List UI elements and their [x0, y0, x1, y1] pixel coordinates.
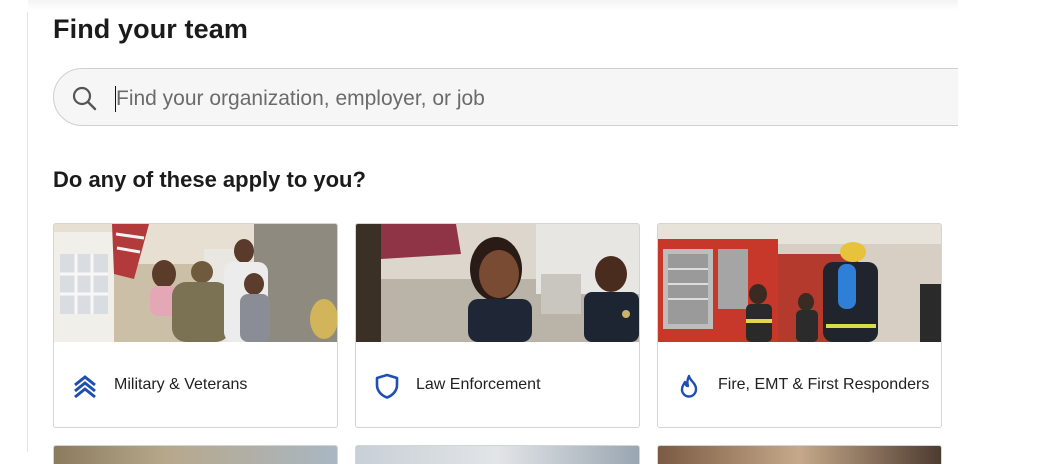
- card-label: Military & Veterans: [114, 376, 248, 393]
- category-card-peek[interactable]: [53, 445, 338, 464]
- top-shadow: [28, 0, 958, 10]
- military-family-photo: [54, 224, 337, 342]
- police-officers-photo: [356, 224, 639, 342]
- flame-icon: [680, 374, 698, 398]
- category-card-peek[interactable]: [355, 445, 640, 464]
- firefighters-photo: [658, 224, 941, 342]
- category-card-military[interactable]: Military & Veterans: [53, 223, 338, 428]
- category-card-peek[interactable]: [657, 445, 942, 464]
- search-icon: [72, 86, 97, 111]
- search-input[interactable]: [114, 78, 938, 120]
- card-label-row: Law Enforcement: [356, 342, 639, 427]
- left-divider: [27, 12, 28, 452]
- shield-icon: [375, 373, 399, 399]
- category-card-fire-emt[interactable]: Fire, EMT & First Responders: [657, 223, 942, 428]
- chevrons-up-icon: [74, 375, 96, 399]
- page-title: Find your team: [53, 14, 248, 44]
- search-bar[interactable]: [53, 68, 1013, 126]
- card-label-row: Fire, EMT & First Responders: [658, 342, 941, 427]
- card-label: Fire, EMT & First Responders: [718, 376, 930, 393]
- card-label-row: Military & Veterans: [54, 342, 337, 427]
- section-title: Do any of these apply to you?: [53, 167, 366, 192]
- right-blank-panel: [958, 0, 1056, 464]
- card-label: Law Enforcement: [416, 376, 541, 393]
- category-card-law-enforcement[interactable]: Law Enforcement: [355, 223, 640, 428]
